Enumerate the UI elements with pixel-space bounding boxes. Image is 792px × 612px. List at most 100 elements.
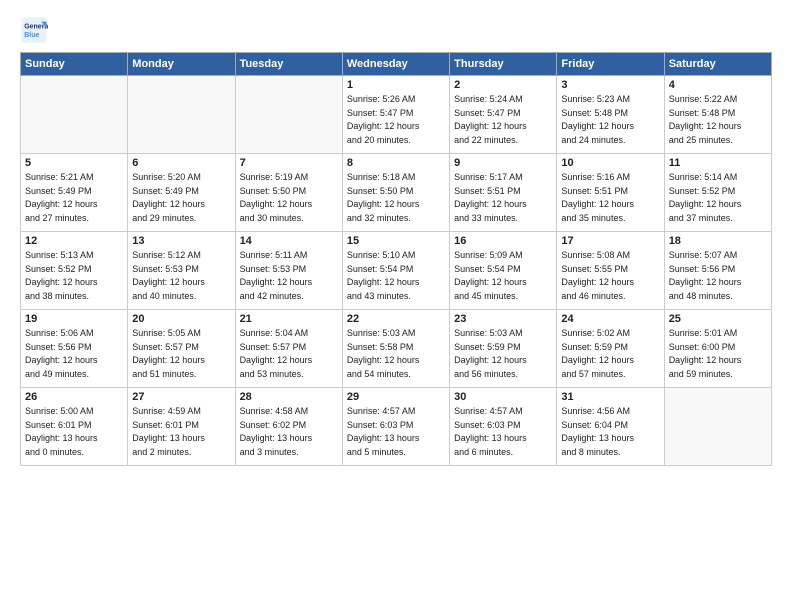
- day-number: 9: [454, 157, 552, 169]
- calendar-cell: 28 Sunrise: 4:58 AM Sunset: 6:02 PM Dayli…: [235, 388, 342, 466]
- calendar-cell: 18Sunrise: 5:07 AM Sunset: 5:56 PM Dayli…: [664, 232, 771, 310]
- day-number: 12: [25, 235, 123, 247]
- day-number: 13: [132, 235, 230, 247]
- day-number: 11: [669, 157, 767, 169]
- day-info: Sunrise: 5:23 AM Sunset: 5:48 PM Dayligh…: [561, 93, 659, 147]
- day-number: 29: [347, 391, 445, 403]
- day-number: 19: [25, 313, 123, 325]
- day-info: Sunrise: 5:16 AM Sunset: 5:51 PM Dayligh…: [561, 171, 659, 225]
- calendar-cell: 2Sunrise: 5:24 AM Sunset: 5:47 PM Daylig…: [450, 76, 557, 154]
- day-info: Sunrise: 5:18 AM Sunset: 5:50 PM Dayligh…: [347, 171, 445, 225]
- day-number: 30: [454, 391, 552, 403]
- day-number: 28: [240, 391, 338, 403]
- day-info: Sunrise: 5:10 AM Sunset: 5:54 PM Dayligh…: [347, 249, 445, 303]
- calendar-cell: 10 Sunrise: 5:16 AM Sunset: 5:51 PM Dayli…: [557, 154, 664, 232]
- day-info: Sunrise: 5:11 AM Sunset: 5:53 PM Dayligh…: [240, 249, 338, 303]
- calendar-table: SundayMondayTuesdayWednesdayThursdayFrid…: [20, 52, 772, 466]
- calendar-cell: 20 Sunrise: 5:05 AM Sunset: 5:57 PM Dayli…: [128, 310, 235, 388]
- day-info: Sunrise: 5:03 AM Sunset: 5:59 PM Dayligh…: [454, 327, 552, 381]
- day-number: 25: [669, 313, 767, 325]
- calendar-cell: 23 Sunrise: 5:03 AM Sunset: 5:59 PM Dayli…: [450, 310, 557, 388]
- calendar-cell: 24 Sunrise: 5:02 AM Sunset: 5:59 PM Dayli…: [557, 310, 664, 388]
- day-info: Sunrise: 5:20 AM Sunset: 5:49 PM Dayligh…: [132, 171, 230, 225]
- day-number: 27: [132, 391, 230, 403]
- calendar-cell: 19Sunrise: 5:06 AM Sunset: 5:56 PM Dayli…: [21, 310, 128, 388]
- calendar-cell: 27 Sunrise: 4:59 AM Sunset: 6:01 PM Dayli…: [128, 388, 235, 466]
- day-number: 6: [132, 157, 230, 169]
- day-number: 3: [561, 79, 659, 91]
- day-info: Sunrise: 4:58 AM Sunset: 6:02 PM Dayligh…: [240, 405, 338, 459]
- day-number: 21: [240, 313, 338, 325]
- day-number: 2: [454, 79, 552, 91]
- day-number: 17: [561, 235, 659, 247]
- day-info: Sunrise: 5:09 AM Sunset: 5:54 PM Dayligh…: [454, 249, 552, 303]
- day-info: Sunrise: 5:05 AM Sunset: 5:57 PM Dayligh…: [132, 327, 230, 381]
- day-number: 5: [25, 157, 123, 169]
- day-number: 1: [347, 79, 445, 91]
- calendar-cell: 6 Sunrise: 5:20 AM Sunset: 5:49 PM Daylig…: [128, 154, 235, 232]
- day-info: Sunrise: 4:56 AM Sunset: 6:04 PM Dayligh…: [561, 405, 659, 459]
- calendar-cell: 13 Sunrise: 5:12 AM Sunset: 5:53 PM Dayli…: [128, 232, 235, 310]
- day-info: Sunrise: 5:13 AM Sunset: 5:52 PM Dayligh…: [25, 249, 123, 303]
- day-info: Sunrise: 5:21 AM Sunset: 5:49 PM Dayligh…: [25, 171, 123, 225]
- calendar-cell: [21, 76, 128, 154]
- day-number: 26: [25, 391, 123, 403]
- calendar-cell: 17 Sunrise: 5:08 AM Sunset: 5:55 PM Dayli…: [557, 232, 664, 310]
- day-info: Sunrise: 5:08 AM Sunset: 5:55 PM Dayligh…: [561, 249, 659, 303]
- day-info: Sunrise: 5:19 AM Sunset: 5:50 PM Dayligh…: [240, 171, 338, 225]
- day-number: 20: [132, 313, 230, 325]
- weekday-header: Wednesday: [342, 53, 449, 76]
- calendar-cell: 3 Sunrise: 5:23 AM Sunset: 5:48 PM Daylig…: [557, 76, 664, 154]
- calendar-cell: 25 Sunrise: 5:01 AM Sunset: 6:00 PM Dayli…: [664, 310, 771, 388]
- weekday-header: Tuesday: [235, 53, 342, 76]
- day-info: Sunrise: 4:59 AM Sunset: 6:01 PM Dayligh…: [132, 405, 230, 459]
- day-number: 31: [561, 391, 659, 403]
- calendar-cell: 8 Sunrise: 5:18 AM Sunset: 5:50 PM Daylig…: [342, 154, 449, 232]
- logo-icon: General Blue: [20, 16, 48, 44]
- calendar-cell: 7 Sunrise: 5:19 AM Sunset: 5:50 PM Daylig…: [235, 154, 342, 232]
- calendar-cell: 5 Sunrise: 5:21 AM Sunset: 5:49 PM Daylig…: [21, 154, 128, 232]
- day-number: 7: [240, 157, 338, 169]
- calendar-cell: 26Sunrise: 5:00 AM Sunset: 6:01 PM Dayli…: [21, 388, 128, 466]
- day-info: Sunrise: 5:26 AM Sunset: 5:47 PM Dayligh…: [347, 93, 445, 147]
- page-container: General Blue SundayMondayTuesdayWednesda…: [0, 0, 792, 476]
- day-info: Sunrise: 5:22 AM Sunset: 5:48 PM Dayligh…: [669, 93, 767, 147]
- calendar-cell: 22 Sunrise: 5:03 AM Sunset: 5:58 PM Dayli…: [342, 310, 449, 388]
- day-info: Sunrise: 5:01 AM Sunset: 6:00 PM Dayligh…: [669, 327, 767, 381]
- day-info: Sunrise: 5:17 AM Sunset: 5:51 PM Dayligh…: [454, 171, 552, 225]
- day-number: 4: [669, 79, 767, 91]
- logo: General Blue: [20, 16, 48, 44]
- calendar-cell: 1 Sunrise: 5:26 AM Sunset: 5:47 PM Daylig…: [342, 76, 449, 154]
- day-info: Sunrise: 5:14 AM Sunset: 5:52 PM Dayligh…: [669, 171, 767, 225]
- calendar-cell: [664, 388, 771, 466]
- svg-text:Blue: Blue: [24, 32, 39, 39]
- day-info: Sunrise: 5:12 AM Sunset: 5:53 PM Dayligh…: [132, 249, 230, 303]
- calendar-cell: 21Sunrise: 5:04 AM Sunset: 5:57 PM Dayli…: [235, 310, 342, 388]
- calendar-cell: 12 Sunrise: 5:13 AM Sunset: 5:52 PM Dayli…: [21, 232, 128, 310]
- calendar-cell: [235, 76, 342, 154]
- weekday-header: Monday: [128, 53, 235, 76]
- calendar-cell: 9 Sunrise: 5:17 AM Sunset: 5:51 PM Daylig…: [450, 154, 557, 232]
- calendar-cell: 4 Sunrise: 5:22 AM Sunset: 5:48 PM Daylig…: [664, 76, 771, 154]
- calendar-cell: [128, 76, 235, 154]
- calendar-cell: 29 Sunrise: 4:57 AM Sunset: 6:03 PM Dayli…: [342, 388, 449, 466]
- calendar-cell: 16 Sunrise: 5:09 AM Sunset: 5:54 PM Dayli…: [450, 232, 557, 310]
- day-info: Sunrise: 4:57 AM Sunset: 6:03 PM Dayligh…: [347, 405, 445, 459]
- calendar-cell: 15 Sunrise: 5:10 AM Sunset: 5:54 PM Dayli…: [342, 232, 449, 310]
- day-info: Sunrise: 4:57 AM Sunset: 6:03 PM Dayligh…: [454, 405, 552, 459]
- day-number: 15: [347, 235, 445, 247]
- day-number: 10: [561, 157, 659, 169]
- day-number: 23: [454, 313, 552, 325]
- day-number: 24: [561, 313, 659, 325]
- weekday-header: Friday: [557, 53, 664, 76]
- day-number: 18: [669, 235, 767, 247]
- day-number: 14: [240, 235, 338, 247]
- day-number: 8: [347, 157, 445, 169]
- calendar-cell: 14 Sunrise: 5:11 AM Sunset: 5:53 PM Dayli…: [235, 232, 342, 310]
- day-info: Sunrise: 5:02 AM Sunset: 5:59 PM Dayligh…: [561, 327, 659, 381]
- day-info: Sunrise: 5:03 AM Sunset: 5:58 PM Dayligh…: [347, 327, 445, 381]
- weekday-header: Thursday: [450, 53, 557, 76]
- day-number: 16: [454, 235, 552, 247]
- day-number: 22: [347, 313, 445, 325]
- weekday-header: Saturday: [664, 53, 771, 76]
